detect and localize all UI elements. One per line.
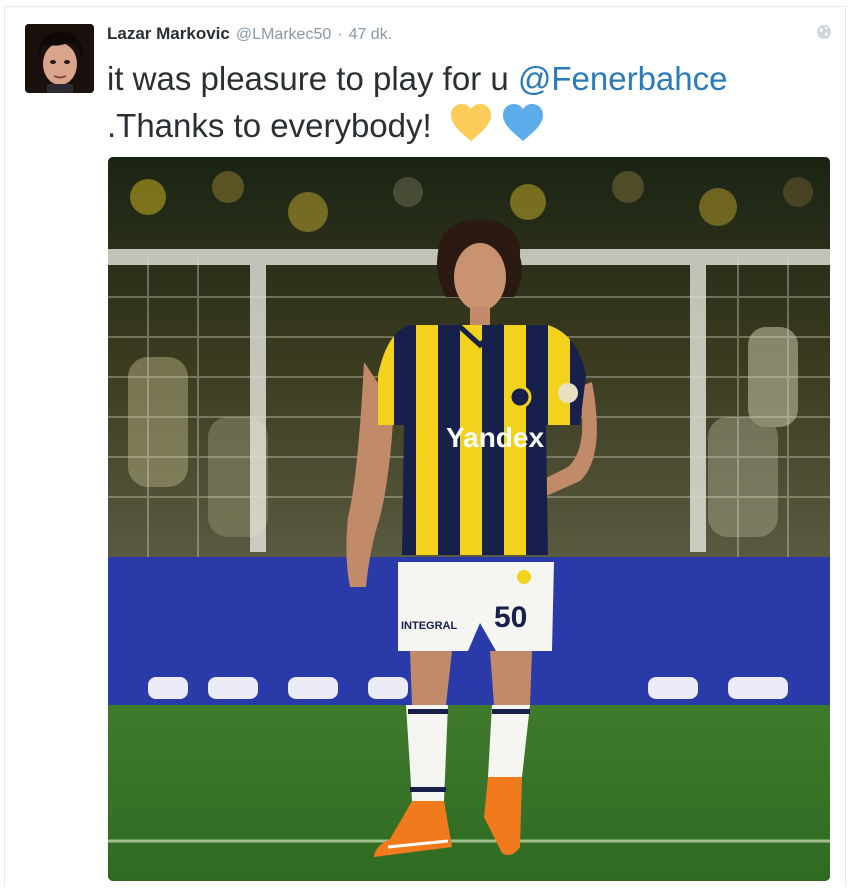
screen-name[interactable]: @LMarkec50 — [236, 26, 331, 44]
display-name[interactable]: Lazar Markovic — [107, 24, 230, 44]
shorts-brand: INTEGRAL — [401, 620, 458, 632]
tweet-text-end: .Thanks to everybody! — [107, 107, 441, 144]
blue-heart-icon — [501, 103, 545, 155]
tweet-text: it was pleasure to play for u @Fenerbahc… — [107, 55, 837, 155]
tweet-photo[interactable]: Yandex 50 INTEGRAL — [108, 157, 830, 881]
avatar[interactable] — [25, 24, 94, 93]
globe-icon — [816, 24, 832, 40]
tweet-text-start: it was pleasure to play for u — [107, 60, 518, 97]
yellow-heart-icon — [449, 103, 493, 155]
mention-link[interactable]: @Fenerbahce — [518, 60, 728, 97]
separator: · — [337, 26, 343, 43]
timestamp[interactable]: 47 dk. — [349, 26, 393, 44]
sponsor-text: Yandex — [446, 422, 544, 453]
tweet-header: Lazar Markovic @LMarkec50 · 47 dk. — [107, 24, 392, 46]
tweet-card: Lazar Markovic @LMarkec50 · 47 dk. it wa… — [4, 6, 846, 886]
shirt-number: 50 — [494, 601, 527, 634]
